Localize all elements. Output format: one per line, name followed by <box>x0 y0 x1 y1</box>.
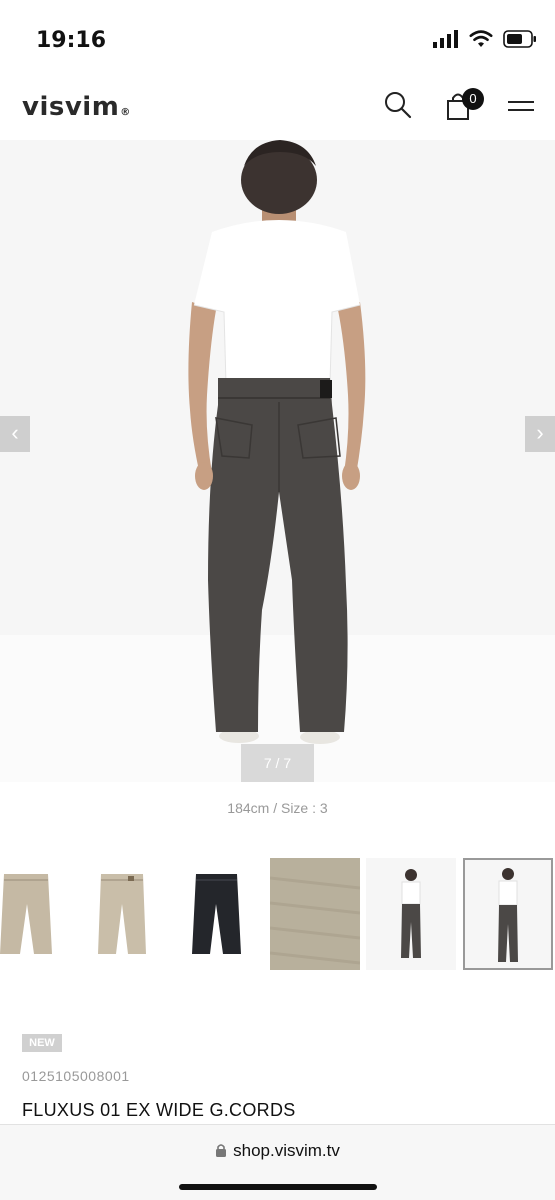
logo-mark: ® <box>120 107 131 118</box>
product-main-image[interactable] <box>0 140 555 782</box>
thumbnail-image <box>98 874 146 954</box>
thumbnail-image <box>366 858 456 970</box>
thumbnail-image <box>465 860 551 968</box>
browser-url-bar[interactable]: shop.visvim.tv <box>0 1124 555 1200</box>
next-image-button[interactable]: › <box>525 416 555 452</box>
wifi-icon <box>469 30 493 47</box>
cart-count-badge: 0 <box>462 88 484 110</box>
product-image-gallery[interactable]: ‹ › 7 / 7 <box>0 140 555 782</box>
search-icon <box>385 92 412 119</box>
visvim-logo[interactable]: visvim® <box>22 92 131 122</box>
status-icons <box>433 30 537 48</box>
logo-text: visvim <box>22 92 120 122</box>
thumbnail-beige-front[interactable] <box>0 858 72 970</box>
hamburger-menu-icon <box>508 101 534 111</box>
thumbnail-black[interactable] <box>171 858 261 970</box>
site-header: visvim® 0 <box>0 80 555 138</box>
signal-icon <box>433 30 458 48</box>
previous-image-button[interactable]: ‹ <box>0 416 30 452</box>
product-sku: 0125105008001 <box>22 1068 130 1084</box>
url-display[interactable]: shop.visvim.tv <box>0 1141 555 1161</box>
product-title: FLUXUS 01 EX WIDE G.CORDS <box>22 1100 296 1120</box>
image-counter: 7 / 7 <box>241 744 314 782</box>
new-badge: NEW <box>22 1034 62 1052</box>
status-time: 19:16 <box>36 28 107 53</box>
lock-icon <box>216 1144 227 1157</box>
pants-shape <box>208 378 348 732</box>
thumbnail-fabric[interactable] <box>269 858 361 970</box>
menu-button[interactable] <box>506 94 538 126</box>
url-text: shop.visvim.tv <box>233 1141 340 1160</box>
thumbnail-image <box>0 874 52 954</box>
image-caption: 184cm / Size : 3 <box>227 800 328 816</box>
battery-icon <box>503 30 536 48</box>
search-button[interactable] <box>383 90 415 122</box>
thumbnail-beige-back[interactable] <box>76 858 166 970</box>
status-bar: 19:16 <box>0 0 555 80</box>
thumbnail-model-front[interactable] <box>366 858 456 970</box>
thumbnail-image <box>269 858 361 970</box>
thumbnail-strip <box>0 858 555 972</box>
thumbnail-image <box>192 874 241 954</box>
home-indicator[interactable] <box>179 1184 377 1190</box>
cart-button[interactable]: 0 <box>444 88 484 122</box>
thumbnail-model-back[interactable] <box>463 858 553 970</box>
